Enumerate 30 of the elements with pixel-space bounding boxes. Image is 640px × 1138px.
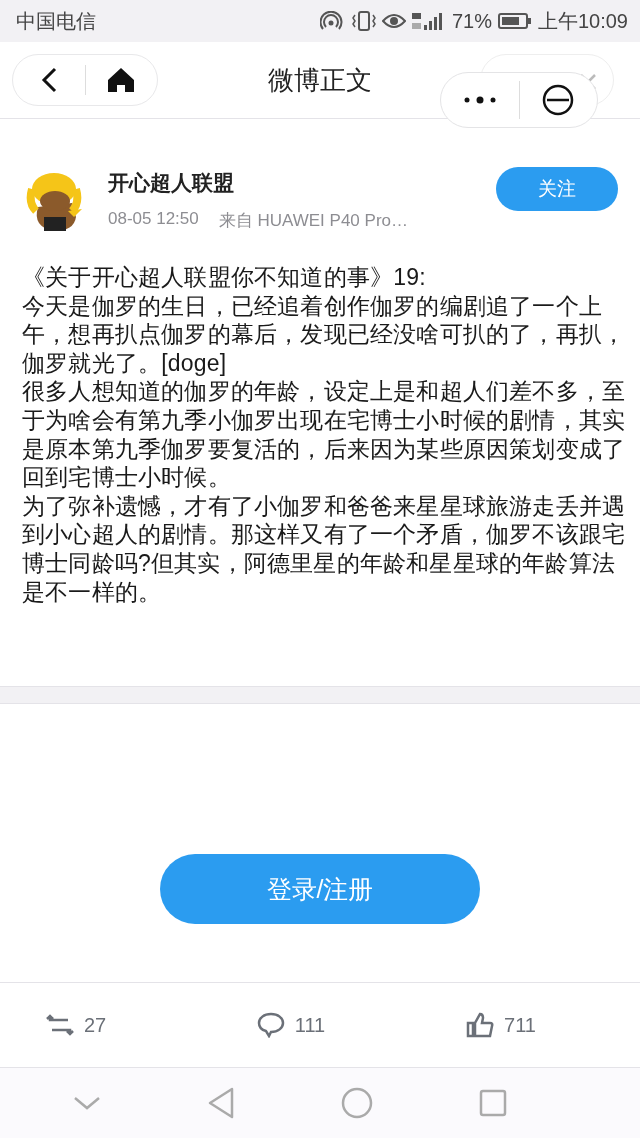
- follow-button[interactable]: 关注: [496, 167, 618, 211]
- collapse-icon[interactable]: [73, 1095, 101, 1111]
- home-icon[interactable]: [341, 1087, 373, 1119]
- login-button[interactable]: 登录/注册: [160, 854, 480, 924]
- vibrate-icon: [351, 10, 376, 32]
- repost-button[interactable]: 27: [0, 1013, 210, 1037]
- comment-button[interactable]: 111: [209, 1012, 373, 1038]
- repost-icon: [46, 1013, 74, 1037]
- page-title: 微博正文: [268, 63, 372, 97]
- battery-icon: [497, 12, 532, 30]
- back-icon: [40, 67, 57, 93]
- eye-icon: [381, 13, 406, 29]
- minimize-icon: [542, 84, 575, 116]
- post-source: 来自 HUAWEI P40 Pro…: [218, 209, 408, 232]
- battery-percentage: 71%: [451, 9, 492, 33]
- home-icon: [107, 67, 136, 93]
- comment-icon: [256, 1012, 285, 1038]
- post-paragraph: 《关于开心超人联盟你不知道的事》19:: [22, 263, 427, 292]
- thumbs-up-icon: [466, 1012, 495, 1038]
- recent-apps-icon[interactable]: [479, 1089, 507, 1117]
- carrier-name: 中国电信: [16, 8, 96, 34]
- back-icon[interactable]: [207, 1087, 235, 1119]
- clock: 上午10:09: [537, 8, 628, 34]
- post-paragraph: 为了弥补遗憾，才有了小伽罗和爸爸来星星球旅游走丢并遇到小心超人的剧情。那这样又有了一个矛盾，伽罗不该跟宅博士同龄吗?但其实，阿德里星的年龄和星星球的年龄算法是不一样的。: [22, 491, 626, 607]
- post-paragraph: 今天是伽罗的生日，已经追着创作伽罗的编剧追了一个上午，想再扒点伽罗的幕后，发现已经没啥可扒的了，再扒，伽罗就光了。[doge]: [22, 291, 626, 378]
- author-name[interactable]: 开心超人联盟: [108, 168, 496, 197]
- like-button[interactable]: 711: [372, 1012, 640, 1038]
- more-icon: [462, 96, 497, 104]
- post-paragraph: 很多人想知道的伽罗的年龄，设定上是和超人们差不多，至于为啥会有第九季小伽罗出现在宅博士小时候的剧情，其实是原本第九季伽罗要复活的，后来因为某些原因策划变成了回到宅博士小时候。: [22, 377, 626, 492]
- post-time: 08-05 12:50: [108, 208, 199, 230]
